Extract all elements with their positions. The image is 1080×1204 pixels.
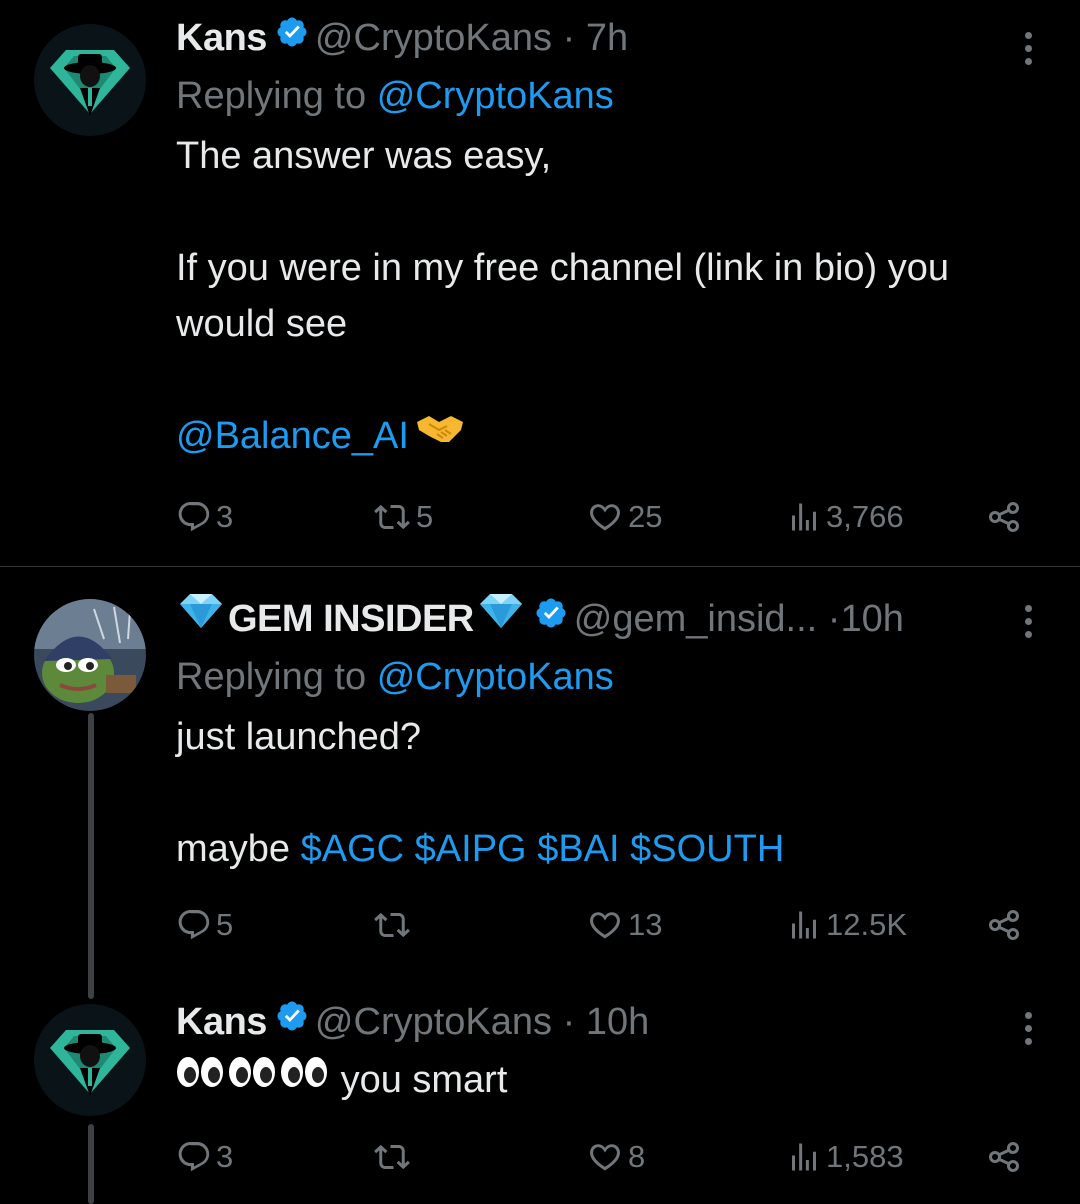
tweet-header: Kans @CryptoKans · 10h — [176, 992, 1050, 1052]
reply-button[interactable]: 3 — [176, 492, 233, 542]
gem-stone-emoji-icon — [176, 588, 226, 648]
gem-stone-emoji-icon — [476, 588, 526, 648]
tweet-text-line: If you were in my free channel (link in … — [176, 247, 950, 345]
cashtag-link[interactable]: $AGC — [301, 828, 404, 870]
tweet-actions: 3 8 1,583 — [176, 1132, 1036, 1182]
heart-icon — [590, 912, 620, 939]
tweet-header: GEM INSIDER @gem_insid... ·10h — [176, 589, 1050, 649]
analytics-bar-icon — [792, 911, 816, 939]
share-button[interactable] — [984, 1132, 1024, 1182]
anonymous-hacker-emblem-icon — [34, 24, 146, 136]
replying-to: Replying to @CryptoKans — [176, 649, 1050, 705]
tweet-text-prefix: maybe — [176, 828, 291, 870]
retweet-button[interactable] — [372, 1132, 416, 1182]
reply-count: 5 — [216, 907, 234, 942]
like-button[interactable]: 8 — [586, 1132, 645, 1182]
tweet-text: you smart — [176, 1052, 1050, 1110]
user-handle[interactable]: @CryptoKans — [315, 1001, 552, 1043]
replying-handle-link[interactable]: @CryptoKans — [377, 656, 614, 698]
verified-badge-icon — [275, 991, 309, 1051]
separator-dot: · — [562, 17, 576, 59]
retweet-icon — [374, 1144, 410, 1170]
timestamp[interactable]: 10h — [586, 1001, 649, 1043]
tweet-divider — [0, 566, 1080, 567]
verified-badge-icon — [534, 588, 568, 648]
thread-connector-line — [88, 713, 94, 999]
replying-handle-link[interactable]: @CryptoKans — [377, 75, 614, 117]
eyes-emoji-icon — [176, 1050, 330, 1106]
cashtag-link[interactable]: $BAI — [537, 828, 619, 870]
replying-prefix: Replying to — [176, 75, 367, 117]
mention-link[interactable]: @Balance_AI — [176, 415, 409, 457]
tweet-header: Kans @CryptoKans · 7h — [176, 8, 1050, 68]
thread-connector-line — [88, 1124, 94, 1204]
anonymous-hacker-emblem-icon — [34, 1004, 146, 1116]
tweet-text-line: just launched? — [176, 716, 422, 758]
share-icon — [989, 910, 1019, 940]
avatar-kans[interactable] — [34, 24, 146, 136]
analytics-bar-icon — [792, 503, 816, 531]
more-options-icon[interactable] — [1008, 1000, 1048, 1056]
reply-button[interactable]: 5 — [176, 900, 233, 950]
like-count: 13 — [628, 907, 663, 942]
analytics-bar-icon — [792, 1143, 816, 1171]
replying-to: Replying to @CryptoKans — [176, 68, 1050, 124]
like-button[interactable]: 25 — [586, 492, 662, 542]
display-name[interactable]: Kans — [176, 17, 267, 59]
timestamp[interactable]: 7h — [586, 17, 628, 59]
cashtag-link[interactable]: $SOUTH — [630, 828, 784, 870]
display-name[interactable]: GEM INSIDER — [228, 598, 474, 640]
retweet-icon — [374, 912, 410, 938]
tweet-text-line: you smart — [340, 1059, 508, 1101]
retweet-count: 5 — [416, 499, 434, 534]
retweet-button[interactable]: 5 — [372, 492, 433, 542]
timestamp[interactable]: 10h — [840, 598, 903, 640]
replying-prefix: Replying to — [176, 656, 367, 698]
share-button[interactable] — [984, 492, 1024, 542]
retweet-icon — [374, 504, 410, 530]
like-count: 25 — [628, 499, 663, 534]
like-button[interactable]: 13 — [586, 900, 662, 950]
tweet-text: The answer was easy, If you were in my f… — [176, 128, 1050, 466]
avatar-gem-insider[interactable] — [34, 599, 146, 711]
view-count: 12.5K — [826, 907, 908, 942]
user-handle[interactable]: @CryptoKans — [315, 17, 552, 59]
tweet-actions: 5 13 12.5K — [176, 900, 1036, 950]
view-count: 1,583 — [826, 1139, 904, 1174]
separator-dot: · — [827, 598, 841, 640]
verified-badge-icon — [275, 7, 309, 67]
share-icon — [989, 1142, 1019, 1172]
more-options-icon[interactable] — [1008, 20, 1048, 76]
avatar-kans[interactable] — [34, 1004, 146, 1116]
tweet-text: just launched? maybe $AGC $AIPG $BAI $SO… — [176, 709, 1050, 877]
reply-icon — [178, 910, 210, 940]
display-name[interactable]: Kans — [176, 1001, 267, 1043]
handshake-emoji-icon — [415, 406, 465, 462]
heart-icon — [590, 504, 620, 531]
reply-button[interactable]: 3 — [176, 1132, 233, 1182]
cashtag-link[interactable]: $AIPG — [415, 828, 527, 870]
reply-icon — [178, 502, 210, 532]
views-button[interactable]: 12.5K — [786, 900, 907, 950]
share-button[interactable] — [984, 900, 1024, 950]
like-count: 8 — [628, 1139, 646, 1174]
views-button[interactable]: 3,766 — [786, 492, 904, 542]
reply-icon — [178, 1142, 210, 1172]
separator-dot: · — [562, 1001, 576, 1043]
retweet-button[interactable] — [372, 900, 416, 950]
views-button[interactable]: 1,583 — [786, 1132, 904, 1182]
view-count: 3,766 — [826, 499, 904, 534]
more-options-icon[interactable] — [1008, 593, 1048, 649]
tweet-text-line: The answer was easy, — [176, 135, 552, 177]
heart-icon — [590, 1144, 620, 1171]
share-icon — [989, 502, 1019, 532]
user-handle[interactable]: @gem_insid... — [574, 598, 817, 640]
tweet-actions: 3 5 25 3,766 — [176, 492, 1036, 542]
pepe-frog-avatar-icon — [34, 599, 146, 711]
reply-count: 3 — [216, 1139, 234, 1174]
reply-count: 3 — [216, 499, 234, 534]
